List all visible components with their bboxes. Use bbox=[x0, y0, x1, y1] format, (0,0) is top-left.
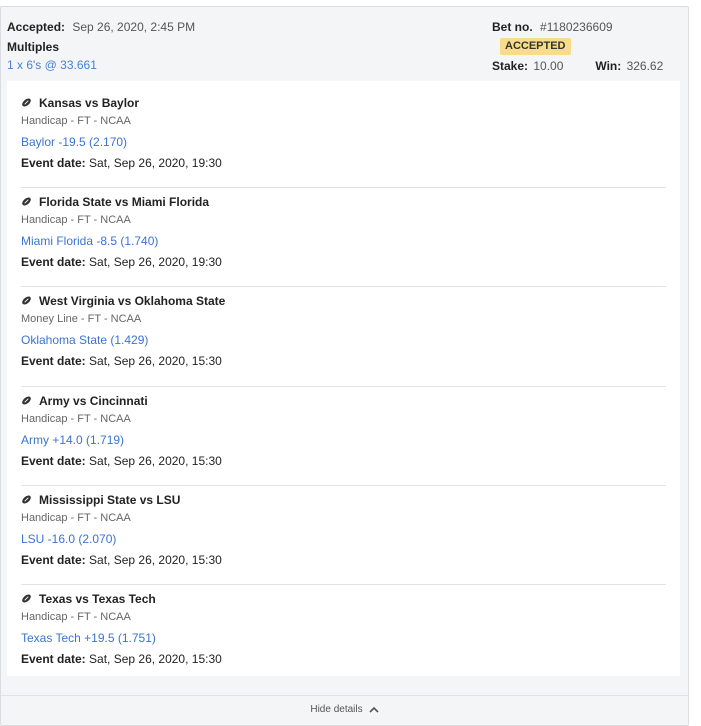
leg-item: Kansas vs Baylor Handicap - FT - NCAA Ba… bbox=[21, 95, 666, 171]
american-football-icon bbox=[22, 396, 31, 405]
leg-match: West Virginia vs Oklahoma State bbox=[39, 294, 226, 308]
leg-item: Mississippi State vs LSU Handicap - FT -… bbox=[21, 492, 666, 568]
leg-selection[interactable]: Oklahoma State (1.429) bbox=[21, 332, 666, 348]
leg-item: West Virginia vs Oklahoma State Money Li… bbox=[21, 293, 666, 369]
event-date-label: Event date: bbox=[21, 553, 86, 567]
status-badge: ACCEPTED bbox=[500, 38, 571, 55]
leg-selection[interactable]: Army +14.0 (1.719) bbox=[21, 432, 666, 448]
event-date-label: Event date: bbox=[21, 652, 86, 666]
american-football-icon bbox=[22, 197, 31, 206]
bet-header-left: Accepted: Sep 26, 2020, 2:45 PM Multiple… bbox=[7, 18, 195, 74]
event-date: Sat, Sep 26, 2020, 15:30 bbox=[89, 553, 222, 567]
event-date: Sat, Sep 26, 2020, 15:30 bbox=[89, 652, 222, 666]
event-date: Sat, Sep 26, 2020, 19:30 bbox=[89, 156, 222, 170]
leg-market: Handicap - FT - NCAA bbox=[21, 512, 131, 524]
leg-match: Florida State vs Miami Florida bbox=[39, 195, 210, 209]
leg-match: Texas vs Texas Tech bbox=[39, 592, 156, 606]
leg-selection[interactable]: Texas Tech +19.5 (1.751) bbox=[21, 630, 666, 646]
bet-no: #1180236609 bbox=[540, 20, 613, 34]
win-label: Win: bbox=[595, 59, 622, 73]
stake-label: Stake: bbox=[492, 59, 529, 73]
event-date-label: Event date: bbox=[21, 354, 86, 368]
american-football-icon bbox=[22, 495, 31, 504]
american-football-icon bbox=[22, 594, 31, 603]
leg-match: Mississippi State vs LSU bbox=[39, 493, 181, 507]
combo-label: 1 x 6's bbox=[7, 58, 42, 72]
win-value: 326.62 bbox=[626, 59, 664, 73]
divider bbox=[21, 386, 666, 387]
divider bbox=[21, 485, 666, 486]
divider bbox=[21, 584, 666, 585]
leg-selection[interactable]: Baylor -19.5 (2.170) bbox=[21, 134, 666, 150]
event-date-label: Event date: bbox=[21, 454, 86, 468]
bet-card: Accepted: Sep 26, 2020, 2:45 PM Multiple… bbox=[0, 6, 689, 726]
event-date-label: Event date: bbox=[21, 156, 86, 170]
legs-panel: Kansas vs Baylor Handicap - FT - NCAA Ba… bbox=[7, 81, 680, 676]
leg-match: Army vs Cincinnati bbox=[39, 394, 148, 408]
leg-market: Handicap - FT - NCAA bbox=[21, 413, 131, 425]
leg-match: Kansas vs Baylor bbox=[39, 96, 140, 110]
leg-item: Texas vs Texas Tech Handicap - FT - NCAA… bbox=[21, 591, 666, 667]
leg-market: Handicap - FT - NCAA bbox=[21, 115, 131, 127]
event-date: Sat, Sep 26, 2020, 15:30 bbox=[89, 354, 222, 368]
bet-type: Multiples bbox=[7, 40, 60, 54]
divider bbox=[21, 286, 666, 287]
bet-no-label: Bet no. bbox=[492, 20, 533, 34]
event-date: Sat, Sep 26, 2020, 15:30 bbox=[89, 454, 222, 468]
footer-divider bbox=[1, 695, 688, 696]
american-football-icon bbox=[22, 98, 31, 107]
leg-item: Florida State vs Miami Florida Handicap … bbox=[21, 194, 666, 270]
leg-selection[interactable]: LSU -16.0 (2.070) bbox=[21, 531, 666, 547]
divider bbox=[21, 187, 666, 188]
total-odds: @ 33.661 bbox=[44, 58, 97, 72]
accepted-label: Accepted: bbox=[7, 20, 66, 34]
event-date-label: Event date: bbox=[21, 255, 86, 269]
leg-selection[interactable]: Miami Florida -8.5 (1.740) bbox=[21, 233, 666, 249]
leg-market: Money Line - FT - NCAA bbox=[21, 313, 142, 325]
accepted-date: Sep 26, 2020, 2:45 PM bbox=[72, 20, 196, 34]
chevron-up-icon bbox=[369, 706, 379, 713]
event-date: Sat, Sep 26, 2020, 19:30 bbox=[89, 255, 222, 269]
leg-market: Handicap - FT - NCAA bbox=[21, 214, 131, 226]
bet-header-right: Bet no. #1180236609 ACCEPTED Stake: 10.0… bbox=[492, 18, 688, 75]
american-football-icon bbox=[22, 296, 31, 305]
leg-item: Army vs Cincinnati Handicap - FT - NCAA … bbox=[21, 393, 666, 469]
hide-details-button[interactable]: Hide details bbox=[1, 704, 688, 715]
leg-market: Handicap - FT - NCAA bbox=[21, 611, 131, 623]
stake-value: 10.00 bbox=[533, 59, 564, 73]
hide-details-label: Hide details bbox=[310, 704, 363, 715]
